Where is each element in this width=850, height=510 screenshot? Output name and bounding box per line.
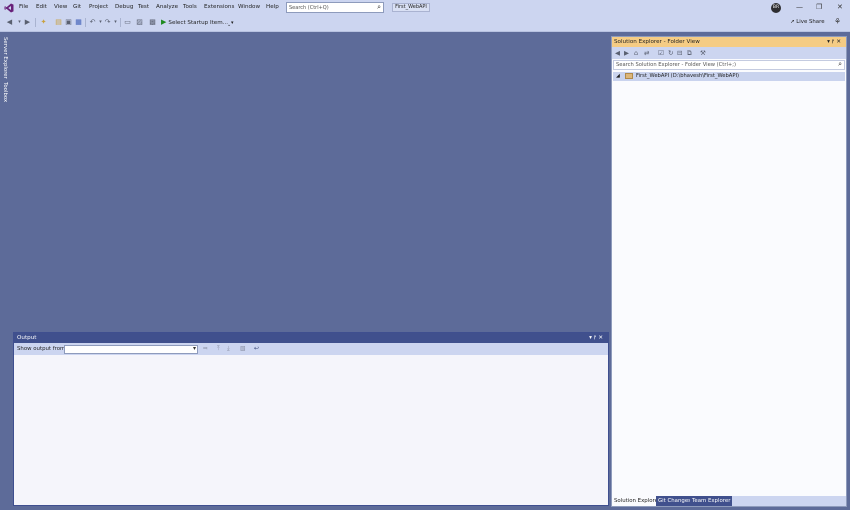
chevron-down-icon: ▾ — [231, 20, 234, 26]
visual-studio-logo-icon[interactable] — [4, 3, 14, 13]
open-folder-icon[interactable]: ▤ — [54, 18, 63, 27]
close-icon[interactable]: ✕ — [836, 39, 843, 45]
close-icon[interactable]: ✕ — [837, 3, 843, 11]
menu-test[interactable]: Test — [138, 4, 149, 10]
navigate-back-icon[interactable]: ◀ — [5, 18, 14, 27]
live-share-label: Live Share — [796, 19, 825, 25]
menu-extensions[interactable]: Extensions — [204, 4, 234, 10]
menu-edit[interactable]: Edit — [36, 4, 47, 10]
new-item-icon[interactable]: ✦ — [39, 18, 48, 27]
solution-explorer-search-input[interactable]: Search Solution Explorer - Folder View (… — [613, 60, 845, 70]
pending-changes-icon[interactable]: ☑ — [658, 49, 664, 57]
save-all-icon[interactable]: ▦ — [74, 18, 83, 27]
output-source-select[interactable]: ▾ — [64, 345, 198, 354]
menu-tools[interactable]: Tools — [183, 4, 197, 10]
toolbar-separator — [85, 18, 86, 27]
startup-label: Select Startup Item... — [168, 20, 229, 26]
previous-message-icon[interactable]: ⤒ — [217, 345, 220, 353]
tab-toolbox[interactable]: Toolbox — [2, 82, 8, 102]
tab-server-explorer[interactable]: Server Explorer — [2, 37, 8, 79]
solution-platform-icon[interactable]: ▨ — [135, 18, 144, 27]
back-icon[interactable]: ◀ — [615, 49, 620, 57]
solution-name-badge: First_WebAPI — [392, 3, 430, 12]
tab-solution-explorer[interactable]: Solution Explorer — [612, 496, 663, 506]
output-text-area[interactable] — [14, 355, 608, 505]
expand-arrow-icon[interactable]: ◢ — [616, 72, 620, 81]
next-message-icon[interactable]: ⤓ — [227, 345, 230, 353]
chevron-down-icon: ▾ — [192, 345, 196, 352]
navigate-forward-icon[interactable]: ▶ — [23, 18, 32, 27]
solution-explorer-toolbar: ◀ ▶ ⌂ ⇄ ☑ ↻ ⊟ ⧉ ⚒ — [612, 47, 846, 59]
menu-analyze[interactable]: Analyze — [156, 4, 178, 10]
start-debugging-button[interactable]: ▶ Select Startup Item... ▾ — [161, 17, 234, 28]
avatar[interactable]: BR — [771, 3, 781, 13]
home-icon[interactable]: ⌂ — [634, 49, 638, 57]
properties-icon[interactable]: ⚒ — [700, 49, 706, 57]
restore-icon[interactable]: ❐ — [816, 3, 822, 11]
toolbar-separator — [120, 18, 121, 27]
toolbar-overflow-icon[interactable]: ⌄ — [227, 22, 231, 28]
output-title-bar[interactable]: Output ▾⫯✕ — [14, 333, 608, 343]
editor-area — [13, 33, 609, 331]
search-icon: ⌕ — [377, 3, 381, 11]
menu-debug[interactable]: Debug — [115, 4, 133, 10]
left-tool-strip — [0, 33, 13, 510]
output-toolbar: Show output from: ▾ ⫤ ⤒ ⤓ ▧ ↩ — [14, 343, 608, 355]
solution-explorer-title: Solution Explorer - Folder View — [614, 39, 700, 45]
solution-explorer-title-bar[interactable]: Solution Explorer - Folder View ▾⫯✕ — [612, 37, 846, 47]
word-wrap-icon[interactable]: ↩ — [254, 345, 259, 352]
close-icon[interactable]: ✕ — [598, 335, 605, 341]
folder-icon — [625, 73, 633, 79]
output-title: Output — [17, 335, 37, 341]
clear-all-icon[interactable]: ▧ — [240, 345, 246, 352]
go-to-location-icon[interactable]: ⫤ — [203, 345, 208, 353]
redo-dropdown-icon[interactable]: ▾ — [111, 18, 120, 27]
search-icon: ⌕ — [838, 60, 842, 68]
play-icon: ▶ — [161, 18, 167, 26]
menu-help[interactable]: Help — [266, 4, 279, 10]
live-share-icon: ↗ — [790, 19, 795, 25]
save-icon[interactable]: ▣ — [64, 18, 73, 27]
menu-git[interactable]: Git — [73, 4, 81, 10]
minimize-icon[interactable]: — — [796, 3, 803, 11]
solution-explorer-tabs: Solution Explorer Git Changes Team Explo… — [612, 496, 846, 506]
tab-git-changes[interactable]: Git Changes — [656, 496, 693, 506]
tree-item-root[interactable]: ◢ First_WebAPI (D:\bhavesh\First_WebAPI) — [613, 72, 845, 81]
switch-views-icon[interactable]: ⇄ — [644, 49, 649, 57]
show-all-files-icon[interactable]: ⧉ — [687, 49, 692, 58]
menu-file[interactable]: File — [19, 4, 28, 10]
menu-view[interactable]: View — [54, 4, 67, 10]
tab-team-explorer[interactable]: Team Explorer — [690, 496, 733, 506]
collapse-all-icon[interactable]: ⊟ — [677, 49, 682, 57]
output-panel: Output ▾⫯✕ Show output from: ▾ ⫤ ⤒ ⤓ ▧ ↩ — [13, 332, 609, 506]
search-input[interactable]: Search (Ctrl+Q) ⌕ — [286, 2, 384, 13]
tree-item-label: First_WebAPI (D:\bhavesh\First_WebAPI) — [636, 73, 739, 79]
search-placeholder: Search (Ctrl+Q) — [289, 5, 329, 11]
build-icon[interactable]: ▩ — [148, 18, 157, 27]
show-output-label: Show output from: — [17, 346, 68, 352]
comment-icon[interactable]: ▭ — [123, 18, 132, 27]
menu-project[interactable]: Project — [89, 4, 108, 10]
feedback-icon[interactable]: ⚘ — [834, 17, 841, 26]
refresh-icon[interactable]: ↻ — [668, 49, 673, 57]
solution-explorer-panel: Solution Explorer - Folder View ▾⫯✕ ◀ ▶ … — [611, 36, 847, 507]
live-share-button[interactable]: ↗ Live Share — [790, 19, 825, 25]
toolbar-separator — [35, 18, 36, 27]
forward-icon[interactable]: ▶ — [624, 49, 629, 57]
solution-explorer-search-placeholder: Search Solution Explorer - Folder View (… — [616, 62, 737, 68]
menu-window[interactable]: Window — [238, 4, 260, 10]
